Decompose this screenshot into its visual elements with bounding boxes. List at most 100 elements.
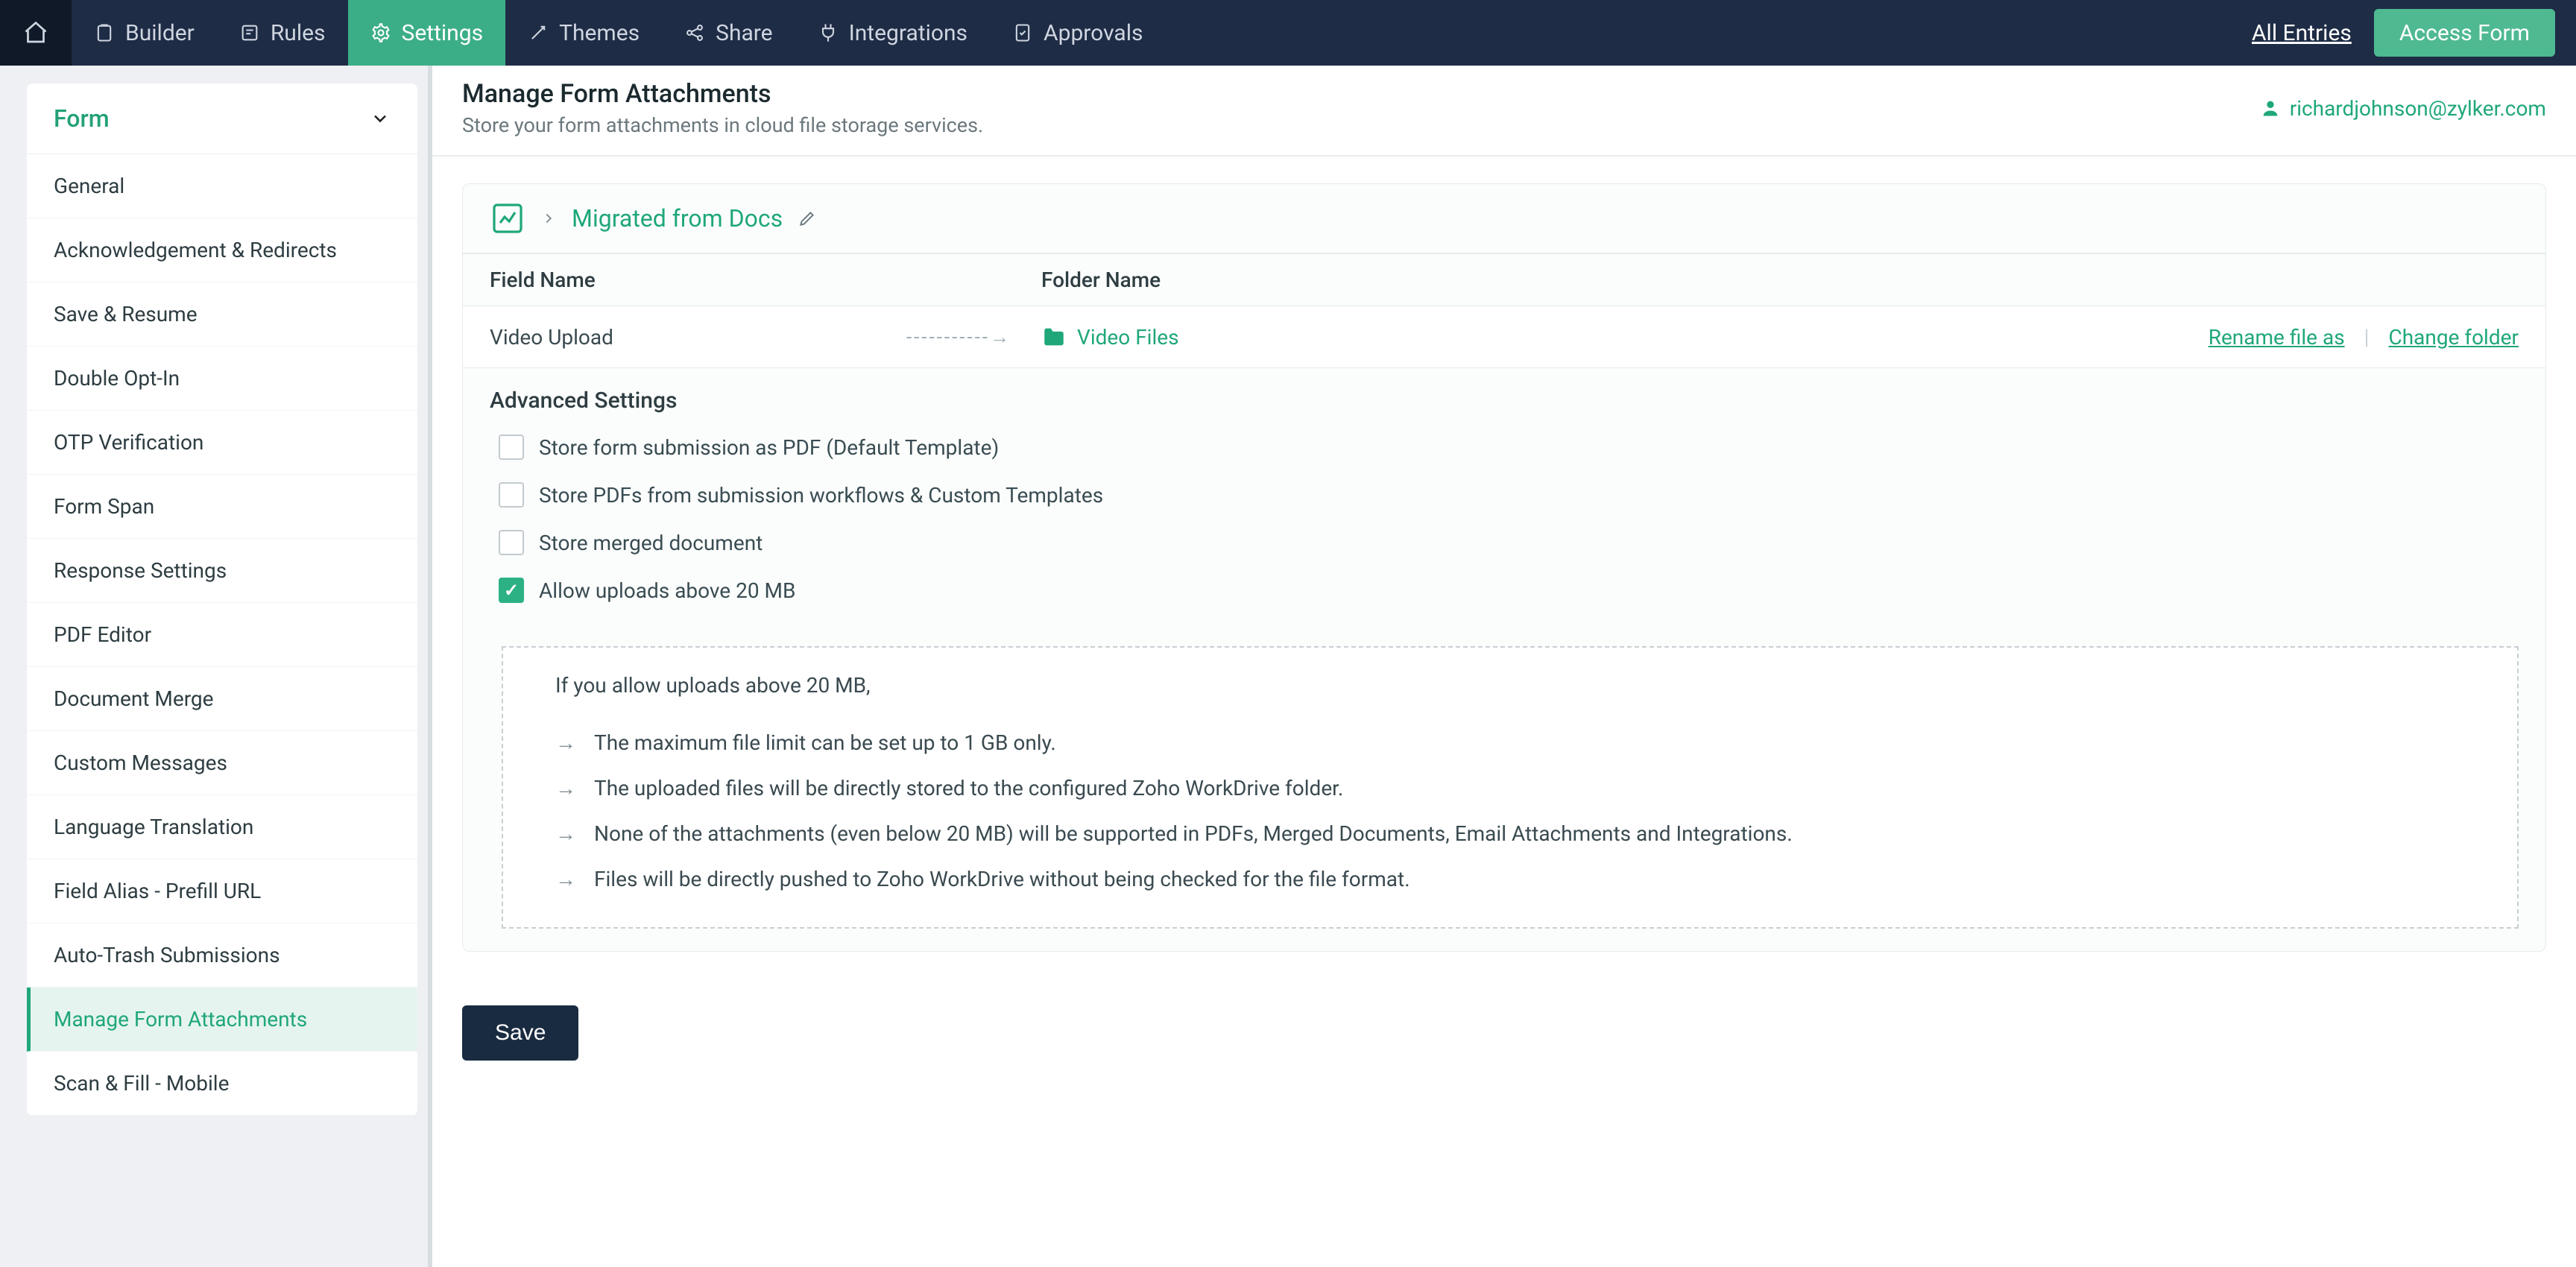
rename-file-link[interactable]: Rename file as [2209, 325, 2345, 350]
sidebar-item-manage-attachments[interactable]: Manage Form Attachments [27, 988, 417, 1052]
save-button[interactable]: Save [462, 1005, 578, 1061]
info-lead: If you allow uploads above 20 MB, [555, 673, 2465, 698]
all-entries-link[interactable]: All Entries [2229, 0, 2374, 66]
info-line: → Files will be directly pushed to Zoho W… [555, 856, 2465, 902]
user-icon [2260, 98, 2281, 119]
share-icon [684, 22, 705, 43]
sidebar-item-response[interactable]: Response Settings [27, 539, 417, 603]
top-nav: Builder Rules Settings Themes Share Inte… [0, 0, 2576, 66]
change-folder-link[interactable]: Change folder [2389, 325, 2519, 350]
checkbox-store-workflow-pdf[interactable] [499, 482, 524, 508]
adv-item-store-workflow-pdf: Store PDFs from submission workflows & C… [490, 475, 2519, 522]
arrow-icon: → [555, 821, 576, 846]
breadcrumb-title[interactable]: Migrated from Docs [572, 204, 783, 233]
nav-label: Settings [402, 20, 484, 46]
rules-icon [239, 22, 260, 43]
info-text: Files will be directly pushed to Zoho Wo… [594, 867, 1410, 891]
adv-item-store-pdf: Store form submission as PDF (Default Te… [490, 427, 2519, 475]
nav-label: Themes [559, 20, 640, 46]
info-text: The uploaded files will be directly stor… [594, 776, 1343, 800]
arrow-icon: → [555, 730, 576, 755]
nav-label: Builder [125, 20, 195, 46]
card-breadcrumb: Migrated from Docs [463, 184, 2545, 254]
chevron-right-icon [540, 210, 557, 227]
pencil-icon[interactable] [798, 209, 817, 228]
col-folder-name: Folder Name [1041, 268, 2519, 292]
nav-approvals[interactable]: Approvals [990, 0, 1165, 66]
sidebar-item-field-alias[interactable]: Field Alias - Prefill URL [27, 859, 417, 923]
info-line: → The uploaded files will be directly sto… [555, 765, 2465, 811]
adv-label: Store merged document [539, 531, 763, 555]
sidebar-item-otp[interactable]: OTP Verification [27, 411, 417, 475]
gear-icon [370, 22, 391, 43]
home-icon [22, 19, 49, 46]
attachments-card: Migrated from Docs Field Name Folder Nam… [462, 183, 2546, 952]
info-text: None of the attachments (even below 20 M… [594, 821, 1793, 846]
nav-rules[interactable]: Rules [217, 0, 348, 66]
sidebar-item-save-resume[interactable]: Save & Resume [27, 282, 417, 347]
checkbox-store-merged[interactable] [499, 530, 524, 555]
arrow-icon: → [555, 776, 576, 800]
nav-themes[interactable]: Themes [505, 0, 662, 66]
sidebar-group-form[interactable]: Form [27, 83, 417, 154]
action-separator: | [2364, 325, 2370, 350]
sidebar-item-scan-fill[interactable]: Scan & Fill - Mobile [27, 1052, 417, 1116]
page-subtitle: Store your form attachments in cloud fil… [462, 113, 983, 137]
nav-settings[interactable]: Settings [348, 0, 506, 66]
info-line: → The maximum file limit can be set up to… [555, 720, 2465, 765]
page-header: Manage Form Attachments Store your form … [432, 66, 2576, 157]
info-text: The maximum file limit can be set up to … [594, 730, 1056, 755]
nav-builder[interactable]: Builder [72, 0, 217, 66]
sidebar-item-ack-redirects[interactable]: Acknowledgement & Redirects [27, 218, 417, 282]
checkbox-allow-20mb[interactable] [499, 578, 524, 603]
page-title: Manage Form Attachments [462, 79, 983, 109]
nav-label: Approvals [1044, 20, 1143, 46]
sidebar-group-label: Form [54, 104, 110, 133]
home-button[interactable] [0, 0, 72, 66]
chart-doc-icon [490, 200, 525, 236]
sidebar-item-form-span[interactable]: Form Span [27, 475, 417, 539]
sidebar-item-auto-trash[interactable]: Auto-Trash Submissions [27, 923, 417, 988]
table-header: Field Name Folder Name [463, 254, 2545, 306]
info-line: → None of the attachments (even below 20 … [555, 811, 2465, 856]
wand-icon [528, 22, 549, 43]
adv-label: Store PDFs from submission workflows & C… [539, 483, 1103, 508]
user-email: richardjohnson@zylker.com [2290, 96, 2546, 121]
mapping-arrow: -----------→ [906, 326, 1011, 349]
nav-label: Integrations [849, 20, 967, 46]
nav-share[interactable]: Share [662, 0, 795, 66]
plug-icon [818, 22, 839, 43]
main-content: Manage Form Attachments Store your form … [432, 66, 2576, 1267]
sidebar-item-pdf-editor[interactable]: PDF Editor [27, 603, 417, 667]
adv-item-store-merged: Store merged document [490, 522, 2519, 570]
nav-label: Rules [271, 20, 326, 46]
allow-uploads-info: If you allow uploads above 20 MB, → The m… [502, 646, 2519, 929]
advanced-settings-title: Advanced Settings [463, 368, 2545, 427]
user-chip[interactable]: richardjohnson@zylker.com [2260, 96, 2546, 121]
sidebar-item-doc-merge[interactable]: Document Merge [27, 667, 417, 731]
sidebar-item-custom-msgs[interactable]: Custom Messages [27, 731, 417, 795]
chevron-down-icon [370, 108, 391, 129]
folder-icon [1041, 324, 1067, 350]
advanced-settings-list: Store form submission as PDF (Default Te… [463, 427, 2545, 640]
access-form-button[interactable]: Access Form [2374, 9, 2555, 57]
sidebar-item-language[interactable]: Language Translation [27, 795, 417, 859]
divider [423, 66, 432, 1267]
table-row: Video Upload -----------→ Video Files Re… [463, 306, 2545, 368]
field-name-cell: Video Upload [490, 325, 613, 350]
adv-item-allow-20mb: Allow uploads above 20 MB [490, 570, 2519, 618]
sidebar-item-general[interactable]: General [27, 154, 417, 218]
settings-sidebar: Form General Acknowledgement & Redirects… [27, 66, 423, 1267]
clipboard-icon [94, 22, 115, 43]
sidebar-item-double-optin[interactable]: Double Opt-In [27, 347, 417, 411]
nav-label: Share [716, 20, 772, 46]
row-actions: Rename file as | Change folder [2209, 325, 2519, 350]
col-field-name: Field Name [490, 268, 1041, 292]
arrow-icon: → [555, 867, 576, 891]
folder-link[interactable]: Video Files [1077, 325, 1179, 350]
left-gutter [0, 66, 27, 1267]
approvals-icon [1012, 22, 1033, 43]
checkbox-store-pdf[interactable] [499, 435, 524, 460]
nav-integrations[interactable]: Integrations [795, 0, 990, 66]
adv-label: Store form submission as PDF (Default Te… [539, 435, 999, 460]
